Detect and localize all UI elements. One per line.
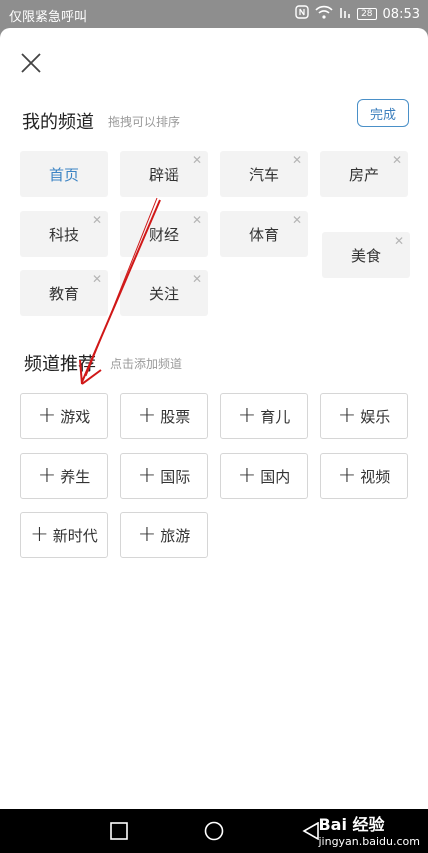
- watermark-brand: Bai 经验: [318, 815, 385, 834]
- recommended-channel-button[interactable]: + 视频: [320, 453, 408, 499]
- system-nav-bar: Bai 经验 jingyan.baidu.com: [0, 809, 428, 853]
- recommended-channel-button[interactable]: + 游戏: [20, 393, 108, 439]
- recommended-channel-button[interactable]: + 新时代: [20, 512, 108, 558]
- plus-icon: +: [137, 522, 157, 547]
- watermark-url: jingyan.baidu.com: [318, 835, 420, 848]
- chip-label: 首页: [48, 165, 79, 184]
- remove-icon[interactable]: ✕: [292, 213, 302, 227]
- battery-icon: 28: [357, 8, 377, 20]
- channel-editor-sheet: 我的频道 拖拽可以排序 完成 首页 辟谣 ✕ 汽车 ✕ 房产 ✕ 科技 ✕ 财经…: [0, 28, 428, 809]
- my-channel-chip[interactable]: 教育 ✕: [20, 270, 108, 316]
- chip-label: 关注: [148, 284, 179, 303]
- carrier-text: 仅限紧急呼叫: [9, 10, 88, 25]
- my-channel-chip-dragging[interactable]: 美食 ✕: [322, 232, 410, 278]
- plus-icon: +: [30, 522, 49, 547]
- rec-label: 游戏: [60, 407, 91, 426]
- plus-icon: +: [337, 403, 357, 428]
- circle-icon: [204, 821, 224, 841]
- plus-icon: +: [137, 403, 157, 428]
- rec-label: 国际: [160, 467, 191, 486]
- recommended-channel-button[interactable]: + 娱乐: [320, 393, 408, 439]
- wifi-icon: [315, 5, 333, 23]
- done-button[interactable]: 完成: [357, 99, 409, 127]
- remove-icon[interactable]: ✕: [392, 153, 402, 167]
- recommended-title: 频道推荐: [24, 354, 96, 375]
- rec-label: 国内: [260, 467, 291, 486]
- rec-label: 娱乐: [360, 407, 391, 426]
- recommended-channel-button[interactable]: + 旅游: [120, 512, 208, 558]
- chip-label: 美食: [350, 246, 381, 265]
- close-button[interactable]: [20, 52, 42, 74]
- recommended-channel-button[interactable]: + 国际: [120, 453, 208, 499]
- recommended-channel-button[interactable]: + 养生: [20, 453, 108, 499]
- remove-icon[interactable]: ✕: [292, 153, 302, 167]
- remove-icon[interactable]: ✕: [92, 213, 102, 227]
- my-channels-title: 我的频道: [22, 112, 94, 133]
- chip-label: 房产: [348, 165, 379, 184]
- rec-label: 养生: [60, 467, 91, 486]
- remove-icon[interactable]: ✕: [92, 272, 102, 286]
- my-channel-chip[interactable]: 财经 ✕: [120, 211, 208, 257]
- plus-icon: +: [37, 403, 57, 428]
- my-channel-chip[interactable]: 房产 ✕: [320, 151, 408, 197]
- plus-icon: +: [37, 463, 57, 488]
- my-channel-chip[interactable]: 科技 ✕: [20, 211, 108, 257]
- close-icon: [21, 53, 41, 73]
- chip-label: 辟谣: [148, 165, 179, 184]
- recommended-hint: 点击添加频道: [110, 357, 183, 371]
- my-channel-chip[interactable]: 体育 ✕: [220, 211, 308, 257]
- chip-label: 汽车: [248, 165, 279, 184]
- rec-label: 视频: [360, 467, 391, 486]
- chip-label: 科技: [48, 225, 79, 244]
- chip-label: 教育: [48, 284, 79, 303]
- my-channel-chip[interactable]: 辟谣 ✕: [120, 151, 208, 197]
- rec-label: 旅游: [160, 526, 191, 545]
- plus-icon: +: [237, 463, 257, 488]
- home-button[interactable]: [199, 809, 229, 853]
- recent-apps-button[interactable]: [104, 809, 134, 853]
- rec-label: 育儿: [260, 407, 291, 426]
- status-icons: 28 08:53: [295, 5, 420, 23]
- recommended-channel-button[interactable]: + 国内: [220, 453, 308, 499]
- rec-label: 新时代: [52, 526, 98, 545]
- my-channels-hint: 拖拽可以排序: [108, 115, 181, 129]
- recommended-channel-button[interactable]: + 育儿: [220, 393, 308, 439]
- chip-label: 财经: [148, 225, 179, 244]
- remove-icon[interactable]: ✕: [192, 213, 202, 227]
- plus-icon: +: [237, 403, 257, 428]
- my-channel-chip[interactable]: 汽车 ✕: [220, 151, 308, 197]
- nfc-icon: [295, 5, 309, 23]
- status-bar: 仅限紧急呼叫 28 08:53: [0, 0, 428, 28]
- remove-icon[interactable]: ✕: [394, 234, 404, 248]
- my-channel-chip[interactable]: 关注 ✕: [120, 270, 208, 316]
- signal-icon: [339, 5, 351, 23]
- remove-icon[interactable]: ✕: [192, 272, 202, 286]
- plus-icon: +: [337, 463, 357, 488]
- recommended-channel-button[interactable]: + 股票: [120, 393, 208, 439]
- plus-icon: +: [137, 463, 157, 488]
- my-channel-chip[interactable]: 首页: [20, 151, 108, 197]
- square-icon: [110, 822, 128, 840]
- remove-icon[interactable]: ✕: [192, 153, 202, 167]
- clock: 08:53: [382, 6, 420, 22]
- chip-label: 体育: [248, 225, 279, 244]
- rec-label: 股票: [160, 407, 191, 426]
- watermark: Bai 经验 jingyan.baidu.com: [318, 811, 420, 848]
